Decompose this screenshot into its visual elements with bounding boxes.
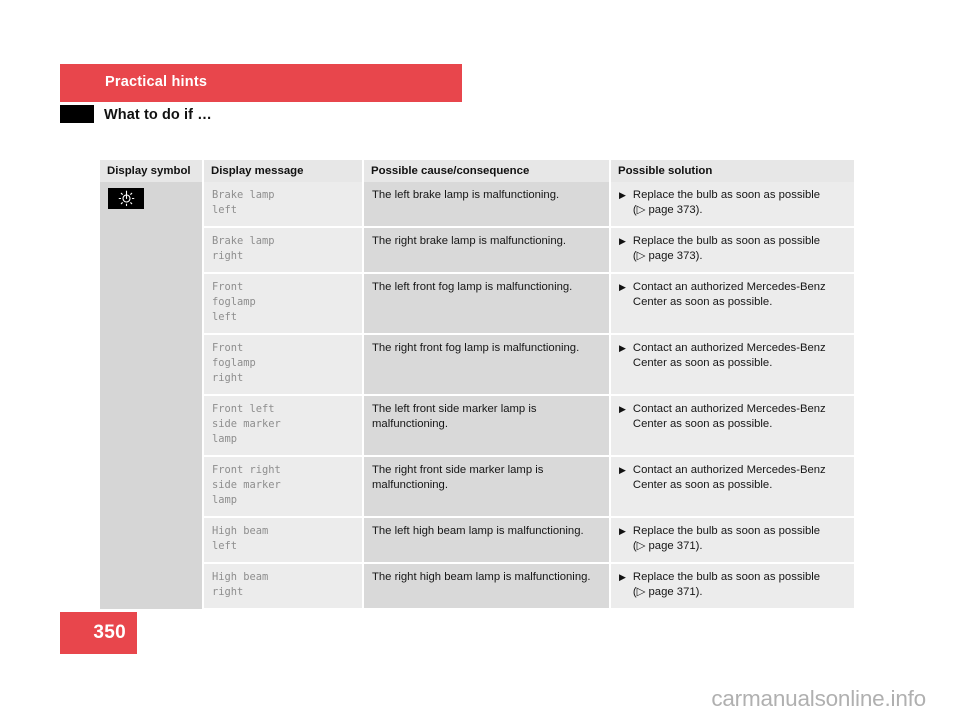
section-title: What to do if … (104, 107, 212, 123)
possible-cause-text: The right front side marker lamp is malf… (372, 464, 544, 491)
possible-cause-cell: The left brake lamp is malfunctioning. (363, 182, 611, 228)
possible-cause-text: The left brake lamp is malfunctioning. (372, 189, 560, 201)
table-row: Brake lamp right The right brake lamp is… (100, 227, 854, 274)
possible-solution-text: Contact an authorized Mercedes-Benz Cent… (633, 463, 847, 492)
bullet-triangle-icon: ▶ (619, 572, 626, 582)
possible-solution-cell: ▶ Contact an authorized Mercedes-Benz Ce… (610, 273, 854, 335)
possible-solution-cell: ▶ Contact an authorized Mercedes-Benz Ce… (610, 334, 854, 396)
display-message-cell: High beam right (203, 563, 364, 610)
possible-solution-cell: ▶ Replace the bulb as soon as possible (… (610, 563, 854, 610)
display-message-text: Brake lamp left (212, 189, 275, 216)
display-message-text: High beam left (212, 525, 269, 552)
chapter-banner: Practical hints (60, 64, 462, 102)
display-message-cell: Brake lamp left (203, 182, 364, 228)
display-message-cell: Front foglamp left (203, 273, 364, 335)
section-marker-square (60, 105, 94, 123)
possible-cause-cell: The left front side marker lamp is malfu… (363, 395, 611, 457)
table-header-row: Display symbol Display message Possible … (100, 160, 854, 182)
chapter-title: Practical hints (105, 74, 208, 90)
column-header-possible-solution: Possible solution (610, 160, 854, 182)
possible-cause-text: The right high beam lamp is malfunctioni… (372, 571, 591, 583)
possible-cause-text: The left high beam lamp is malfunctionin… (372, 525, 584, 537)
site-watermark: carmanualsonline.info (711, 686, 926, 711)
table-row: High beam left The left high beam lamp i… (100, 517, 854, 564)
display-message-cell: Front left side marker lamp (203, 395, 364, 457)
possible-cause-text: The left front fog lamp is malfunctionin… (372, 281, 573, 293)
lamp-failure-icon (108, 188, 144, 209)
column-header-possible-cause: Possible cause/consequence (363, 160, 611, 182)
possible-solution-text: Replace the bulb as soon as possible (▷ … (633, 570, 847, 599)
table-row: High beam right The right high beam lamp… (100, 563, 854, 610)
display-message-text: Front right side marker lamp (212, 464, 281, 506)
possible-solution-cell: ▶ Replace the bulb as soon as possible (… (610, 517, 854, 564)
manual-page: Practical hints What to do if … Display … (0, 0, 960, 720)
page-reference[interactable]: (▷ page 373). (633, 204, 703, 216)
possible-solution-cell: ▶ Replace the bulb as soon as possible (… (610, 227, 854, 274)
possible-solution-text: Replace the bulb as soon as possible (▷ … (633, 524, 847, 553)
possible-solution-cell: ▶ Contact an authorized Mercedes-Benz Ce… (610, 456, 854, 518)
possible-cause-cell: The right front fog lamp is malfunctioni… (363, 334, 611, 396)
display-message-text: Front foglamp left (212, 281, 256, 323)
solution-body: Replace the bulb as soon as possible (632, 235, 821, 247)
solution-body: Replace the bulb as soon as possible (632, 571, 821, 583)
possible-solution-text: Replace the bulb as soon as possible (▷ … (633, 234, 847, 263)
possible-solution-text: Replace the bulb as soon as possible (▷ … (633, 188, 847, 217)
solution-body: Replace the bulb as soon as possible (632, 525, 821, 537)
possible-cause-text: The left front side marker lamp is malfu… (372, 403, 537, 430)
possible-cause-cell: The left high beam lamp is malfunctionin… (363, 517, 611, 564)
page-number: 350 (93, 622, 126, 643)
page-reference[interactable]: (▷ page 373). (633, 250, 703, 262)
possible-cause-cell: The right high beam lamp is malfunctioni… (363, 563, 611, 610)
hints-table-body: Brake lamp left The left brake lamp is m… (100, 182, 854, 610)
table-row: Brake lamp left The left brake lamp is m… (100, 182, 854, 609)
display-message-text: High beam right (212, 571, 269, 598)
possible-cause-text: The right brake lamp is malfunctioning. (372, 235, 567, 247)
display-message-cell: Front foglamp right (203, 334, 364, 396)
bullet-triangle-icon: ▶ (619, 465, 626, 475)
bullet-triangle-icon: ▶ (619, 282, 626, 292)
display-message-text: Front left side marker lamp (212, 403, 281, 445)
table-row: Front foglamp left The left front fog la… (100, 273, 854, 335)
possible-cause-text: The right front fog lamp is malfunctioni… (372, 342, 580, 354)
bullet-triangle-icon: ▶ (619, 190, 626, 200)
display-message-text: Front foglamp right (212, 342, 256, 384)
display-message-cell: Front right side marker lamp (203, 456, 364, 518)
possible-cause-cell: The left front fog lamp is malfunctionin… (363, 273, 611, 335)
column-header-display-message: Display message (203, 160, 364, 182)
column-header-display-symbol: Display symbol (100, 160, 204, 182)
bullet-triangle-icon: ▶ (619, 526, 626, 536)
solution-body: Contact an authorized Mercedes-Benz Cent… (632, 464, 826, 491)
solution-body: Contact an authorized Mercedes-Benz Cent… (632, 403, 826, 430)
display-message-text: Brake lamp right (212, 235, 275, 262)
page-number-badge: 350 (60, 612, 137, 654)
table-row: Front left side marker lamp The left fro… (100, 395, 854, 457)
table-row: Front right side marker lamp The right f… (100, 456, 854, 518)
hints-table-container: Display symbol Display message Possible … (100, 160, 854, 610)
possible-solution-text: Contact an authorized Mercedes-Benz Cent… (633, 280, 847, 309)
possible-solution-cell: ▶ Replace the bulb as soon as possible (… (610, 182, 854, 228)
solution-body: Replace the bulb as soon as possible (632, 189, 821, 201)
possible-solution-text: Contact an authorized Mercedes-Benz Cent… (633, 402, 847, 431)
possible-cause-cell: The right front side marker lamp is malf… (363, 456, 611, 518)
hints-table: Display symbol Display message Possible … (100, 160, 854, 610)
bullet-triangle-icon: ▶ (619, 236, 626, 246)
solution-body: Contact an authorized Mercedes-Benz Cent… (632, 281, 826, 308)
possible-solution-cell: ▶ Contact an authorized Mercedes-Benz Ce… (610, 395, 854, 457)
display-symbol-cell (100, 182, 204, 609)
solution-body: Contact an authorized Mercedes-Benz Cent… (632, 342, 826, 369)
possible-cause-cell: The right brake lamp is malfunctioning. (363, 227, 611, 274)
display-message-cell: High beam left (203, 517, 364, 564)
bullet-triangle-icon: ▶ (619, 404, 626, 414)
page-reference[interactable]: (▷ page 371). (633, 540, 703, 552)
bullet-triangle-icon: ▶ (619, 343, 626, 353)
display-message-cell: Brake lamp right (203, 227, 364, 274)
page-reference[interactable]: (▷ page 371). (633, 586, 703, 598)
possible-solution-text: Contact an authorized Mercedes-Benz Cent… (633, 341, 847, 370)
table-row: Front foglamp right The right front fog … (100, 334, 854, 396)
